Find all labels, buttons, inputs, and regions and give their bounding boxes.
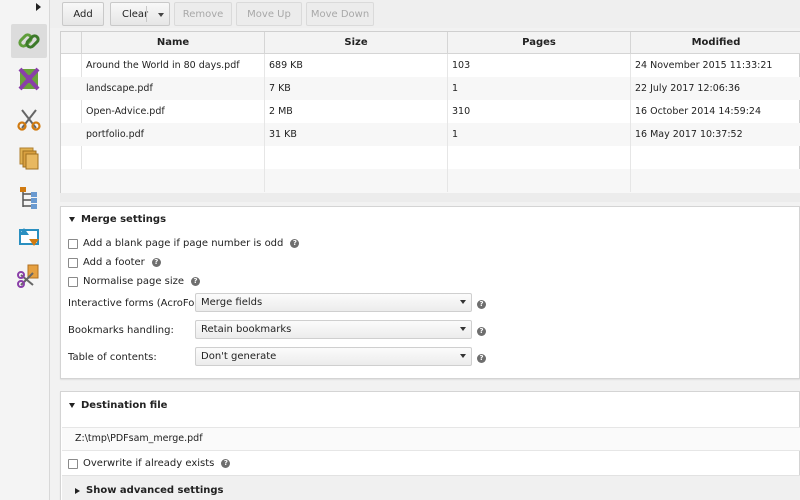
help-icon[interactable]: ? <box>477 327 486 336</box>
cell-size: 2 MB <box>265 100 448 123</box>
cell-size: 31 KB <box>265 123 448 146</box>
destination-panel: Destination file Z:\tmp\PDFsam_merge.pdf… <box>60 391 800 500</box>
split-by-size-tool[interactable] <box>11 181 47 215</box>
footer-checkbox[interactable] <box>68 257 78 268</box>
cell-modified: 22 July 2017 12:06:36 <box>635 83 741 94</box>
column-header-size[interactable]: Size <box>265 32 448 54</box>
footer-label: Add a footer <box>83 257 145 268</box>
split-tool[interactable] <box>11 62 47 96</box>
merge-tool[interactable] <box>11 24 47 58</box>
table-row[interactable]: landscape.pdf 7 KB 1 22 July 2017 12:06:… <box>61 77 800 100</box>
collapse-triangle-icon <box>69 403 75 408</box>
cell-name: landscape.pdf <box>82 77 265 100</box>
merge-settings-panel: Merge settings Add a blank page if page … <box>60 206 800 379</box>
chain-links-icon <box>18 33 40 49</box>
overwrite-label: Overwrite if already exists <box>83 458 215 469</box>
overwrite-option[interactable]: Overwrite if already exists ? <box>68 458 231 469</box>
cell-pages: 1 <box>448 77 631 100</box>
bookmarks-select[interactable]: Retain bookmarks <box>195 320 472 339</box>
cell-size: 7 KB <box>265 77 448 100</box>
empty-row <box>61 146 800 169</box>
help-icon[interactable]: ? <box>221 459 231 468</box>
blank-page-label: Add a blank page if page number is odd <box>83 238 284 249</box>
bookmarks-select-value: Retain bookmarks <box>201 324 292 335</box>
rotate-tool[interactable] <box>11 220 47 254</box>
move-down-button[interactable]: Move Down <box>306 2 374 26</box>
forms-select[interactable]: Merge fields <box>195 293 472 312</box>
clear-split-button[interactable]: Clear <box>110 2 170 26</box>
scissors-page-icon <box>17 264 39 288</box>
column-header-modified[interactable]: Modified <box>631 32 800 54</box>
help-icon[interactable]: ? <box>290 239 300 248</box>
help-icon[interactable]: ? <box>191 277 201 286</box>
empty-row <box>61 169 800 193</box>
table-row[interactable]: Open-Advice.pdf 2 MB 310 16 October 2014… <box>61 100 800 123</box>
advanced-settings-bar[interactable]: Show advanced settings <box>62 475 800 500</box>
remove-button[interactable]: Remove <box>174 2 232 26</box>
scissors-icon <box>17 109 41 131</box>
split-by-bookmarks-tool[interactable] <box>11 102 47 136</box>
blank-page-checkbox[interactable] <box>68 238 78 249</box>
toc-select-value: Don't generate <box>201 351 277 362</box>
rotate-arrows-icon <box>19 228 39 246</box>
help-icon[interactable]: ? <box>477 354 486 363</box>
table-row[interactable]: portfolio.pdf 31 KB 1 16 May 2017 10:37:… <box>61 123 800 146</box>
normalise-option[interactable]: Normalise page size ? <box>68 276 201 287</box>
merge-settings-header[interactable]: Merge settings <box>69 214 166 225</box>
overwrite-checkbox[interactable] <box>68 458 78 469</box>
blank-page-option[interactable]: Add a blank page if page number is odd ? <box>68 238 300 249</box>
cell-modified: 16 May 2017 10:37:52 <box>635 129 743 140</box>
advanced-settings-toggle[interactable]: Show advanced settings <box>75 485 224 496</box>
expand-sidebar-icon[interactable] <box>36 3 41 11</box>
toc-label: Table of contents: <box>68 352 157 363</box>
help-icon[interactable]: ? <box>477 300 486 309</box>
alternate-mix-tool[interactable] <box>11 141 47 175</box>
column-header-name[interactable]: Name <box>82 32 265 54</box>
column-header-pages[interactable]: Pages <box>448 32 631 54</box>
cell-size: 689 KB <box>265 54 448 77</box>
clear-dropdown-icon[interactable] <box>158 13 164 17</box>
chevron-down-icon <box>460 354 466 358</box>
chevron-down-icon <box>460 327 466 331</box>
cell-modified: 16 October 2014 14:59:24 <box>635 106 762 117</box>
destination-title: Destination file <box>81 400 168 411</box>
toc-select[interactable]: Don't generate <box>195 347 472 366</box>
footer-option[interactable]: Add a footer ? <box>68 257 161 268</box>
tools-sidebar <box>0 0 50 500</box>
bookmarks-label: Bookmarks handling: <box>68 325 174 336</box>
add-button[interactable]: Add <box>62 2 104 26</box>
cell-pages: 103 <box>448 54 631 77</box>
selection-table[interactable]: Name Size Pages Modified Around the Worl… <box>60 31 800 194</box>
help-icon[interactable]: ? <box>151 258 161 267</box>
clear-button-label: Clear <box>122 8 149 20</box>
normalise-label: Normalise page size <box>83 276 185 287</box>
cell-name: Around the World in 80 days.pdf <box>82 54 265 77</box>
advanced-settings-label: Show advanced settings <box>86 485 224 496</box>
destination-path-field[interactable]: Z:\tmp\PDFsam_merge.pdf <box>62 427 800 451</box>
destination-header[interactable]: Destination file <box>69 400 167 411</box>
cell-modified: 24 November 2015 11:33:21 <box>635 60 773 71</box>
chevron-down-icon <box>460 300 466 304</box>
tree-icon <box>20 187 37 209</box>
merge-settings-title: Merge settings <box>81 214 167 225</box>
table-header: Name Size Pages Modified <box>61 32 800 54</box>
forms-select-value: Merge fields <box>201 297 263 308</box>
collapse-triangle-icon <box>69 217 75 222</box>
file-toolbar: Add Clear Remove Move Up Move Down <box>50 0 800 28</box>
expand-triangle-icon <box>75 487 80 494</box>
cell-name: portfolio.pdf <box>82 123 265 146</box>
table-horizontal-scrollbar[interactable] <box>60 193 800 202</box>
extract-tool[interactable] <box>11 259 47 293</box>
cell-pages: 310 <box>448 100 631 123</box>
table-row[interactable]: Around the World in 80 days.pdf 689 KB 1… <box>61 54 800 77</box>
split-pages-icon <box>18 67 40 91</box>
normalise-checkbox[interactable] <box>68 276 78 287</box>
stacked-pages-icon <box>19 147 39 170</box>
move-up-button[interactable]: Move Up <box>236 2 302 26</box>
cell-pages: 1 <box>448 123 631 146</box>
cell-name: Open-Advice.pdf <box>82 100 265 123</box>
